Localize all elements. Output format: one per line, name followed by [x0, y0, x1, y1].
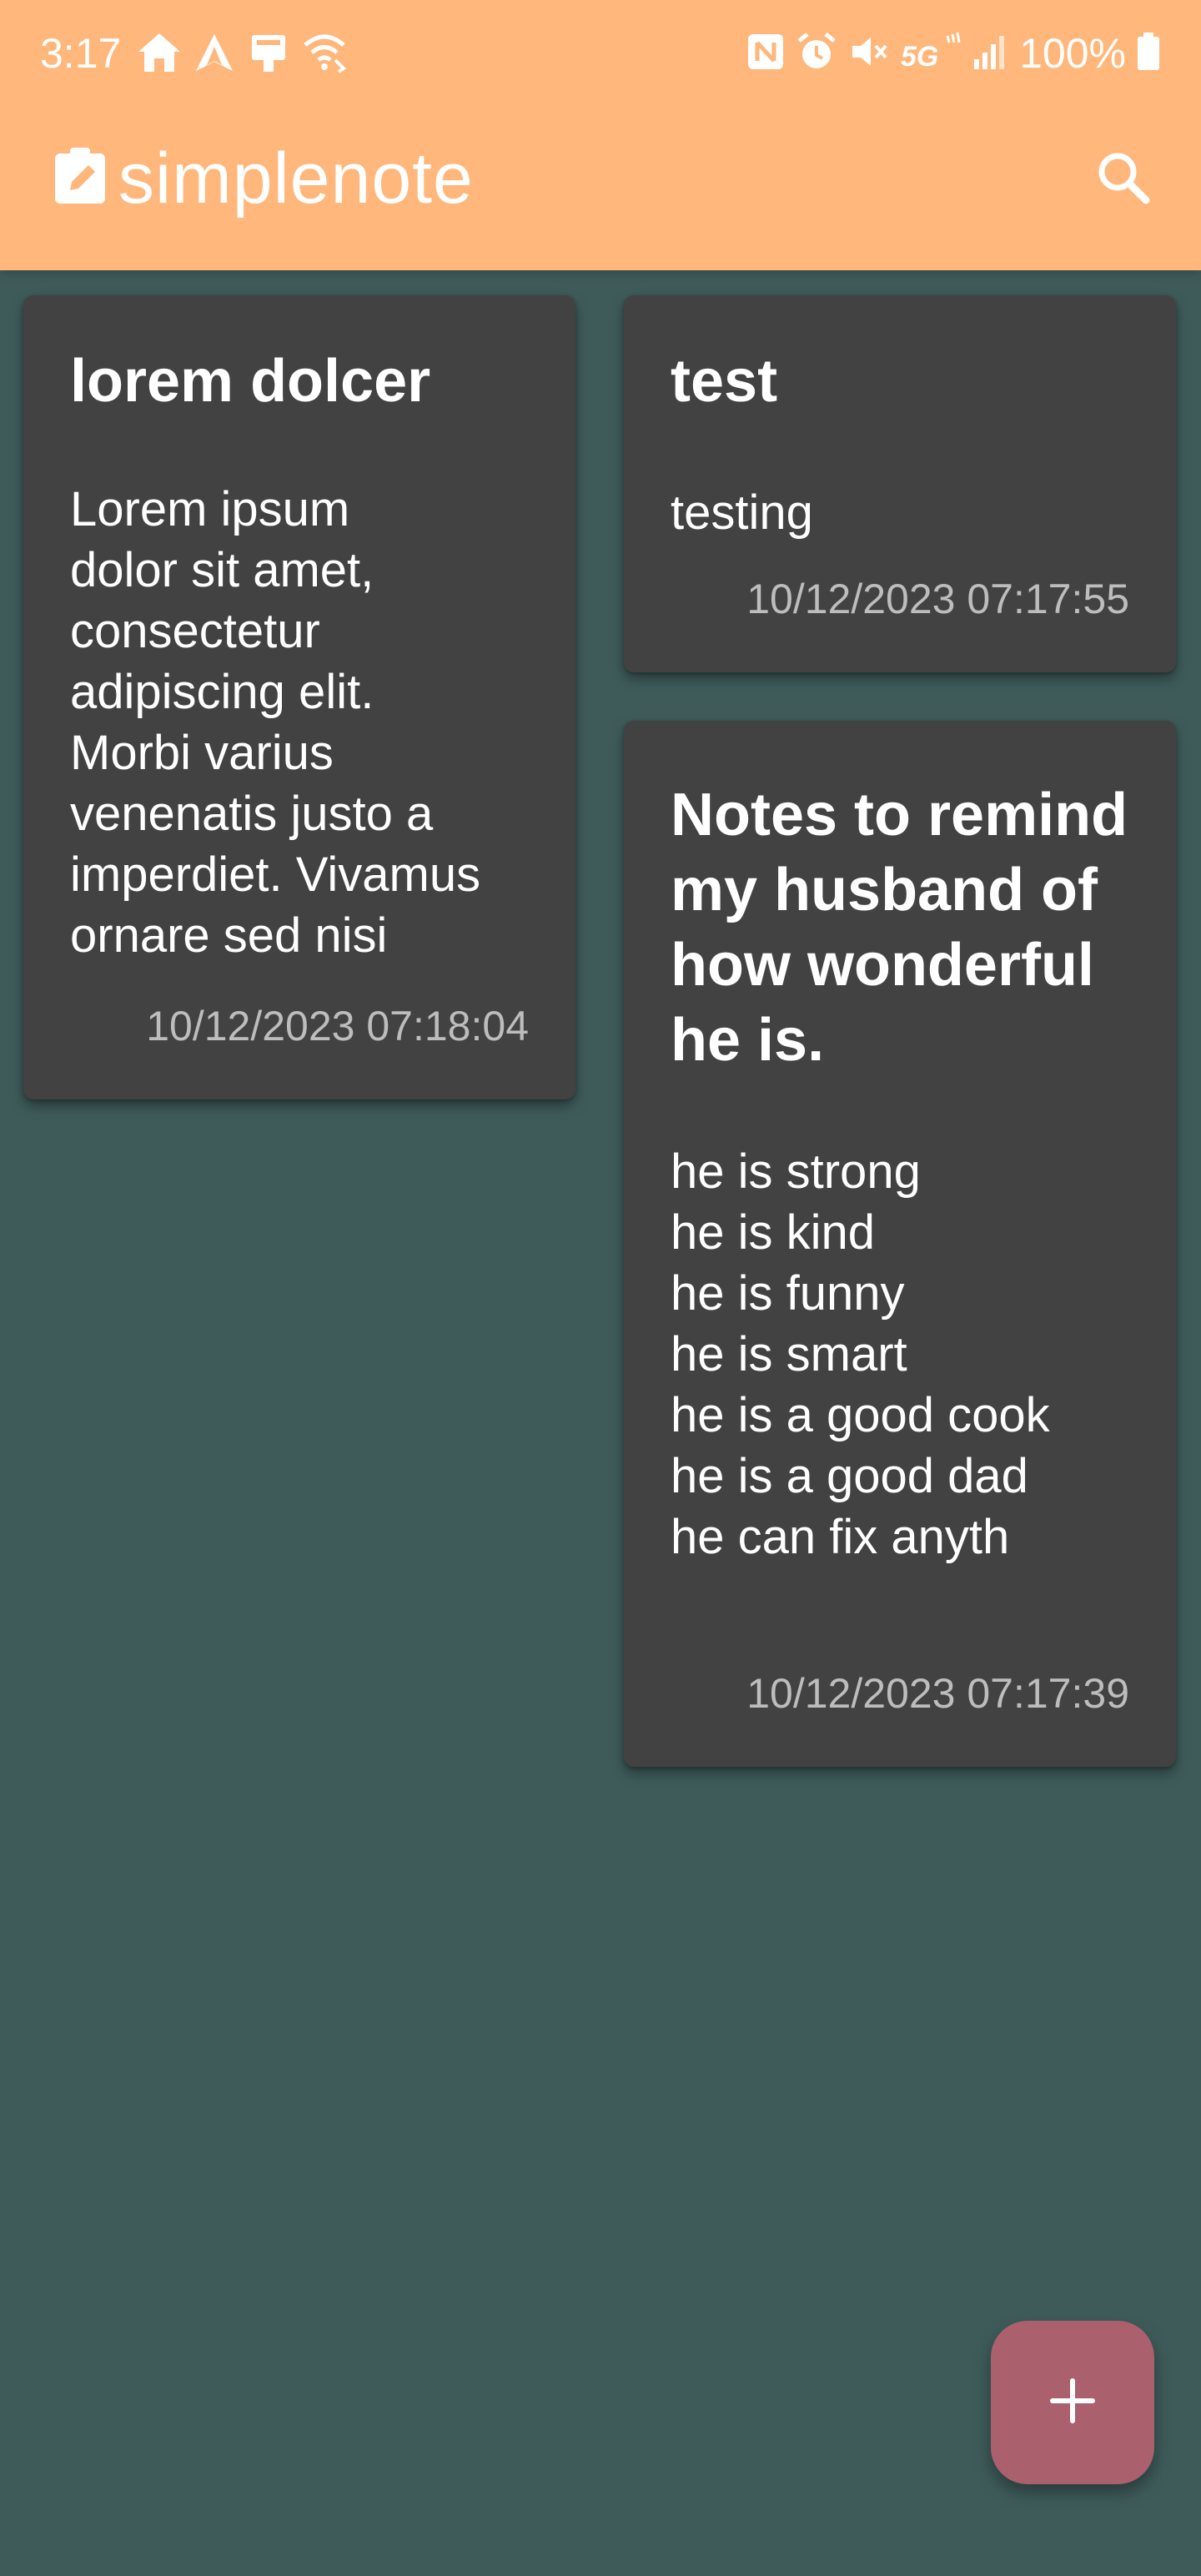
cast-icon — [247, 32, 290, 78]
status-right-icons: 5G 100% — [746, 28, 1161, 78]
note-card[interactable]: Notes to remind my husband of how wonder… — [624, 721, 1176, 1767]
alarm-icon — [796, 31, 837, 77]
add-note-button[interactable] — [991, 2321, 1154, 2484]
note-title: lorem dolcer — [70, 348, 431, 415]
plus-icon — [1048, 2376, 1098, 2430]
app-bar: 3:17 5G 100% simplenote — [0, 0, 1201, 270]
note-date: 10/12/2023 07:17:55 — [746, 576, 1129, 622]
note-edit-icon — [52, 145, 110, 209]
navigation-icon — [193, 32, 235, 78]
note-card[interactable]: test testing 10/12/2023 07:17:55 — [624, 295, 1176, 672]
home-icon — [137, 32, 182, 78]
wifi-calling-icon — [302, 32, 347, 78]
status-time: 3:17 — [40, 30, 122, 77]
signal-icon — [972, 31, 1009, 77]
note-body: he is strong he is kind he is funny he i… — [671, 1145, 1050, 1564]
svg-text:5G: 5G — [901, 41, 938, 73]
status-left-icons — [137, 32, 347, 78]
search-button[interactable] — [1086, 142, 1161, 217]
mute-icon — [847, 31, 889, 77]
note-date: 10/12/2023 07:18:04 — [146, 1003, 529, 1049]
nfc-icon — [746, 31, 786, 77]
note-body: testing — [671, 486, 813, 540]
battery-percent: 100% — [1019, 30, 1126, 77]
app-title: simplenote — [118, 138, 474, 219]
battery-icon — [1136, 31, 1161, 77]
note-title: Notes to remind my husband of how wonder… — [671, 782, 1128, 1074]
search-icon — [1096, 150, 1151, 209]
note-title: test — [671, 348, 778, 415]
status-bar: 3:17 5G 100% — [0, 0, 1201, 108]
toolbar: simplenote — [0, 125, 1201, 235]
note-body: Lorem ipsum dolor sit amet, consectetur … — [70, 482, 481, 963]
5g-icon: 5G — [899, 31, 962, 77]
note-date: 10/12/2023 07:17:39 — [746, 1670, 1129, 1717]
note-card[interactable]: lorem dolcer Lorem ipsum dolor sit amet,… — [23, 295, 575, 1099]
